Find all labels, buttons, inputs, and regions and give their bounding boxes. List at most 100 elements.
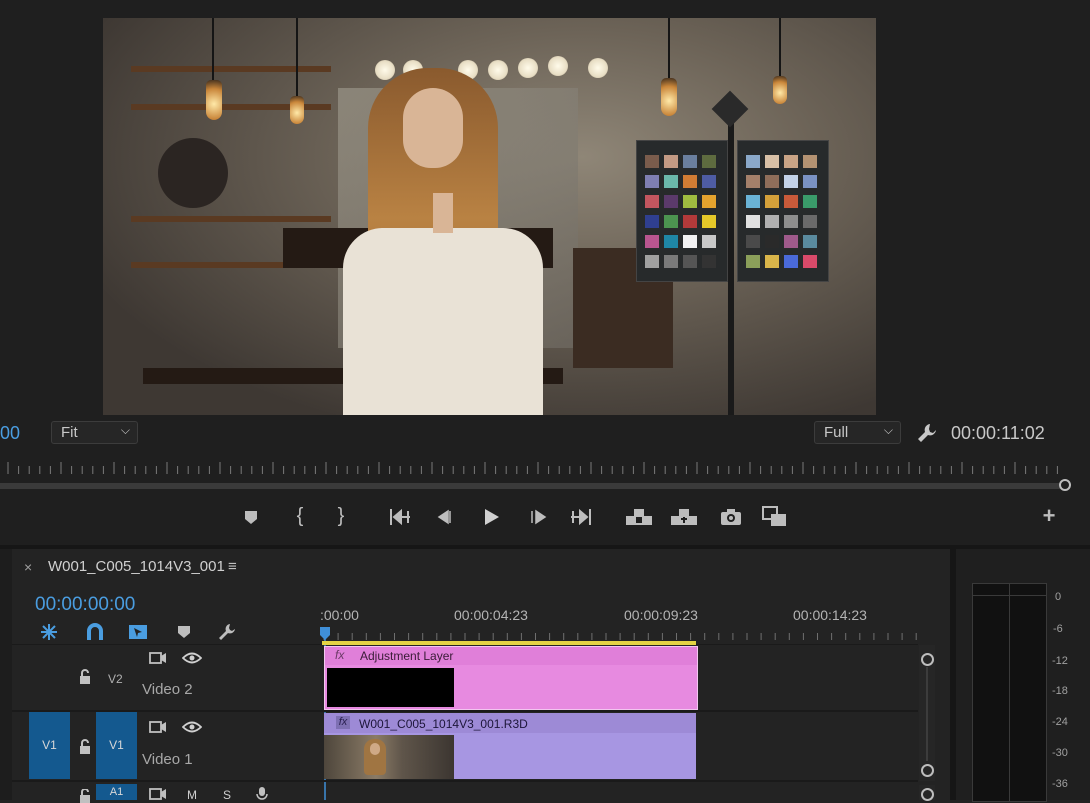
zoom-handle[interactable] (1059, 479, 1071, 491)
ruler-label: :00:00 (320, 607, 359, 623)
work-area-bar[interactable] (322, 641, 696, 645)
color-swatch (765, 175, 779, 188)
color-swatch (765, 235, 779, 248)
audio-tracks-scrollbar[interactable] (919, 785, 935, 801)
lock-icon[interactable] (78, 789, 92, 803)
hanging-bulb (206, 80, 222, 120)
resolution-value: Full (824, 424, 849, 441)
left-panel-edge (0, 549, 12, 800)
fx-badge-icon[interactable]: fx (335, 648, 344, 662)
color-swatch (702, 155, 716, 168)
timeline-settings-wrench-icon[interactable] (217, 622, 237, 642)
color-swatch (746, 175, 760, 188)
checker-stand (728, 118, 734, 415)
film-camera (158, 138, 228, 208)
lift-icon[interactable] (625, 507, 653, 527)
color-checker-right (737, 140, 829, 282)
video-clip[interactable]: fx W001_C005_1014V3_001.R3D (324, 713, 696, 779)
adjustment-layer-clip[interactable]: fx Adjustment Layer (324, 646, 698, 710)
bulb-cord (779, 18, 781, 76)
ruler-label: 00:00:04:23 (454, 607, 528, 623)
playback-resolution-select[interactable]: Full ⌵ (814, 421, 901, 444)
color-swatch (784, 215, 798, 228)
extract-icon[interactable] (670, 507, 698, 527)
color-swatch (645, 235, 659, 248)
color-swatch (784, 255, 798, 268)
color-swatch (746, 255, 760, 268)
monitor-time-ruler[interactable] (0, 458, 1090, 494)
microphone-icon[interactable] (255, 786, 269, 800)
track-target-v2[interactable]: V2 (108, 672, 123, 686)
toggle-sync-lock-icon[interactable] (149, 651, 167, 665)
lock-icon[interactable] (78, 669, 92, 685)
bulb-cord (296, 18, 298, 96)
track-target-v1[interactable]: V1 (96, 712, 137, 779)
color-swatch (664, 195, 678, 208)
track-name-video-2: Video 2 (142, 681, 193, 698)
playhead-timecode-partial[interactable]: 00 (0, 423, 20, 444)
vanity-light (588, 58, 608, 78)
marker-icon[interactable] (242, 508, 260, 526)
color-swatch (765, 255, 779, 268)
go-to-out-icon[interactable] (569, 507, 593, 527)
ruler-label: 00:00:14:23 (793, 607, 867, 623)
shelf (131, 66, 331, 72)
close-tab-icon[interactable]: × (24, 559, 32, 575)
hanging-bulb (290, 96, 304, 124)
color-swatch (645, 215, 659, 228)
color-swatch (746, 215, 760, 228)
comparison-view-icon[interactable] (762, 506, 788, 528)
mark-out-icon[interactable]: } (331, 506, 351, 526)
source-patch-v1[interactable]: V1 (29, 712, 70, 779)
shelf (131, 216, 331, 222)
program-monitor: 00 Fit ⌵ Full ⌵ 00:00:11:02 { } + (0, 0, 1090, 545)
color-swatch (784, 235, 798, 248)
sequence-tab[interactable]: W001_C005_1014V3_001 (48, 558, 225, 575)
vanity-light (375, 60, 395, 80)
zoom-level-value: Fit (61, 424, 78, 441)
go-to-in-icon[interactable] (388, 507, 412, 527)
color-swatch (683, 195, 697, 208)
color-swatch (683, 215, 697, 228)
camera-icon[interactable] (720, 508, 742, 526)
meter-scale-label: 0 (1055, 591, 1062, 603)
track-name-video-1: Video 1 (142, 751, 193, 768)
eye-icon[interactable] (182, 721, 202, 733)
timeline-panel: × W001_C005_1014V3_001 ≡ 00:00:00:00 :00… (12, 549, 950, 803)
clip-thumbnail (327, 668, 454, 707)
clip-name: Adjustment Layer (360, 649, 454, 663)
meter-scale-label: -12 (1052, 655, 1068, 667)
timeline-playhead-timecode[interactable]: 00:00:00:00 (35, 594, 135, 616)
lock-icon[interactable] (78, 739, 92, 755)
meter-scale-label: -24 (1052, 716, 1068, 728)
add-marker-icon[interactable] (176, 624, 192, 640)
insert-nest-icon[interactable] (39, 622, 59, 642)
linked-selection-icon[interactable] (128, 622, 148, 642)
zoom-level-select[interactable]: Fit ⌵ (51, 421, 138, 444)
toggle-sync-lock-icon[interactable] (149, 787, 167, 800)
play-icon[interactable] (481, 507, 501, 527)
snap-magnet-icon[interactable] (85, 622, 105, 642)
step-back-icon[interactable] (436, 508, 456, 526)
fx-badge-icon[interactable]: fx (336, 716, 350, 729)
color-swatch (683, 175, 697, 188)
hanging-bulb (661, 78, 677, 116)
color-swatch (664, 155, 678, 168)
step-forward-icon[interactable] (528, 508, 548, 526)
panel-menu-icon[interactable]: ≡ (228, 558, 237, 575)
mark-in-icon[interactable]: { (290, 506, 310, 526)
timeline-ruler[interactable] (322, 627, 922, 641)
audio-meter (972, 583, 1047, 802)
color-swatch (645, 195, 659, 208)
bulb-cord (668, 18, 670, 78)
wrench-icon[interactable] (916, 422, 938, 444)
color-swatch (683, 255, 697, 268)
color-swatch (702, 175, 716, 188)
track-target-a1[interactable]: A1 (96, 784, 137, 800)
video-tracks-scrollbar[interactable] (919, 645, 935, 781)
person-face (403, 88, 463, 168)
chevron-down-icon: ⌵ (883, 423, 893, 437)
toggle-sync-lock-icon[interactable] (149, 720, 167, 734)
add-button-icon[interactable]: + (1038, 505, 1060, 527)
eye-icon[interactable] (182, 652, 202, 664)
